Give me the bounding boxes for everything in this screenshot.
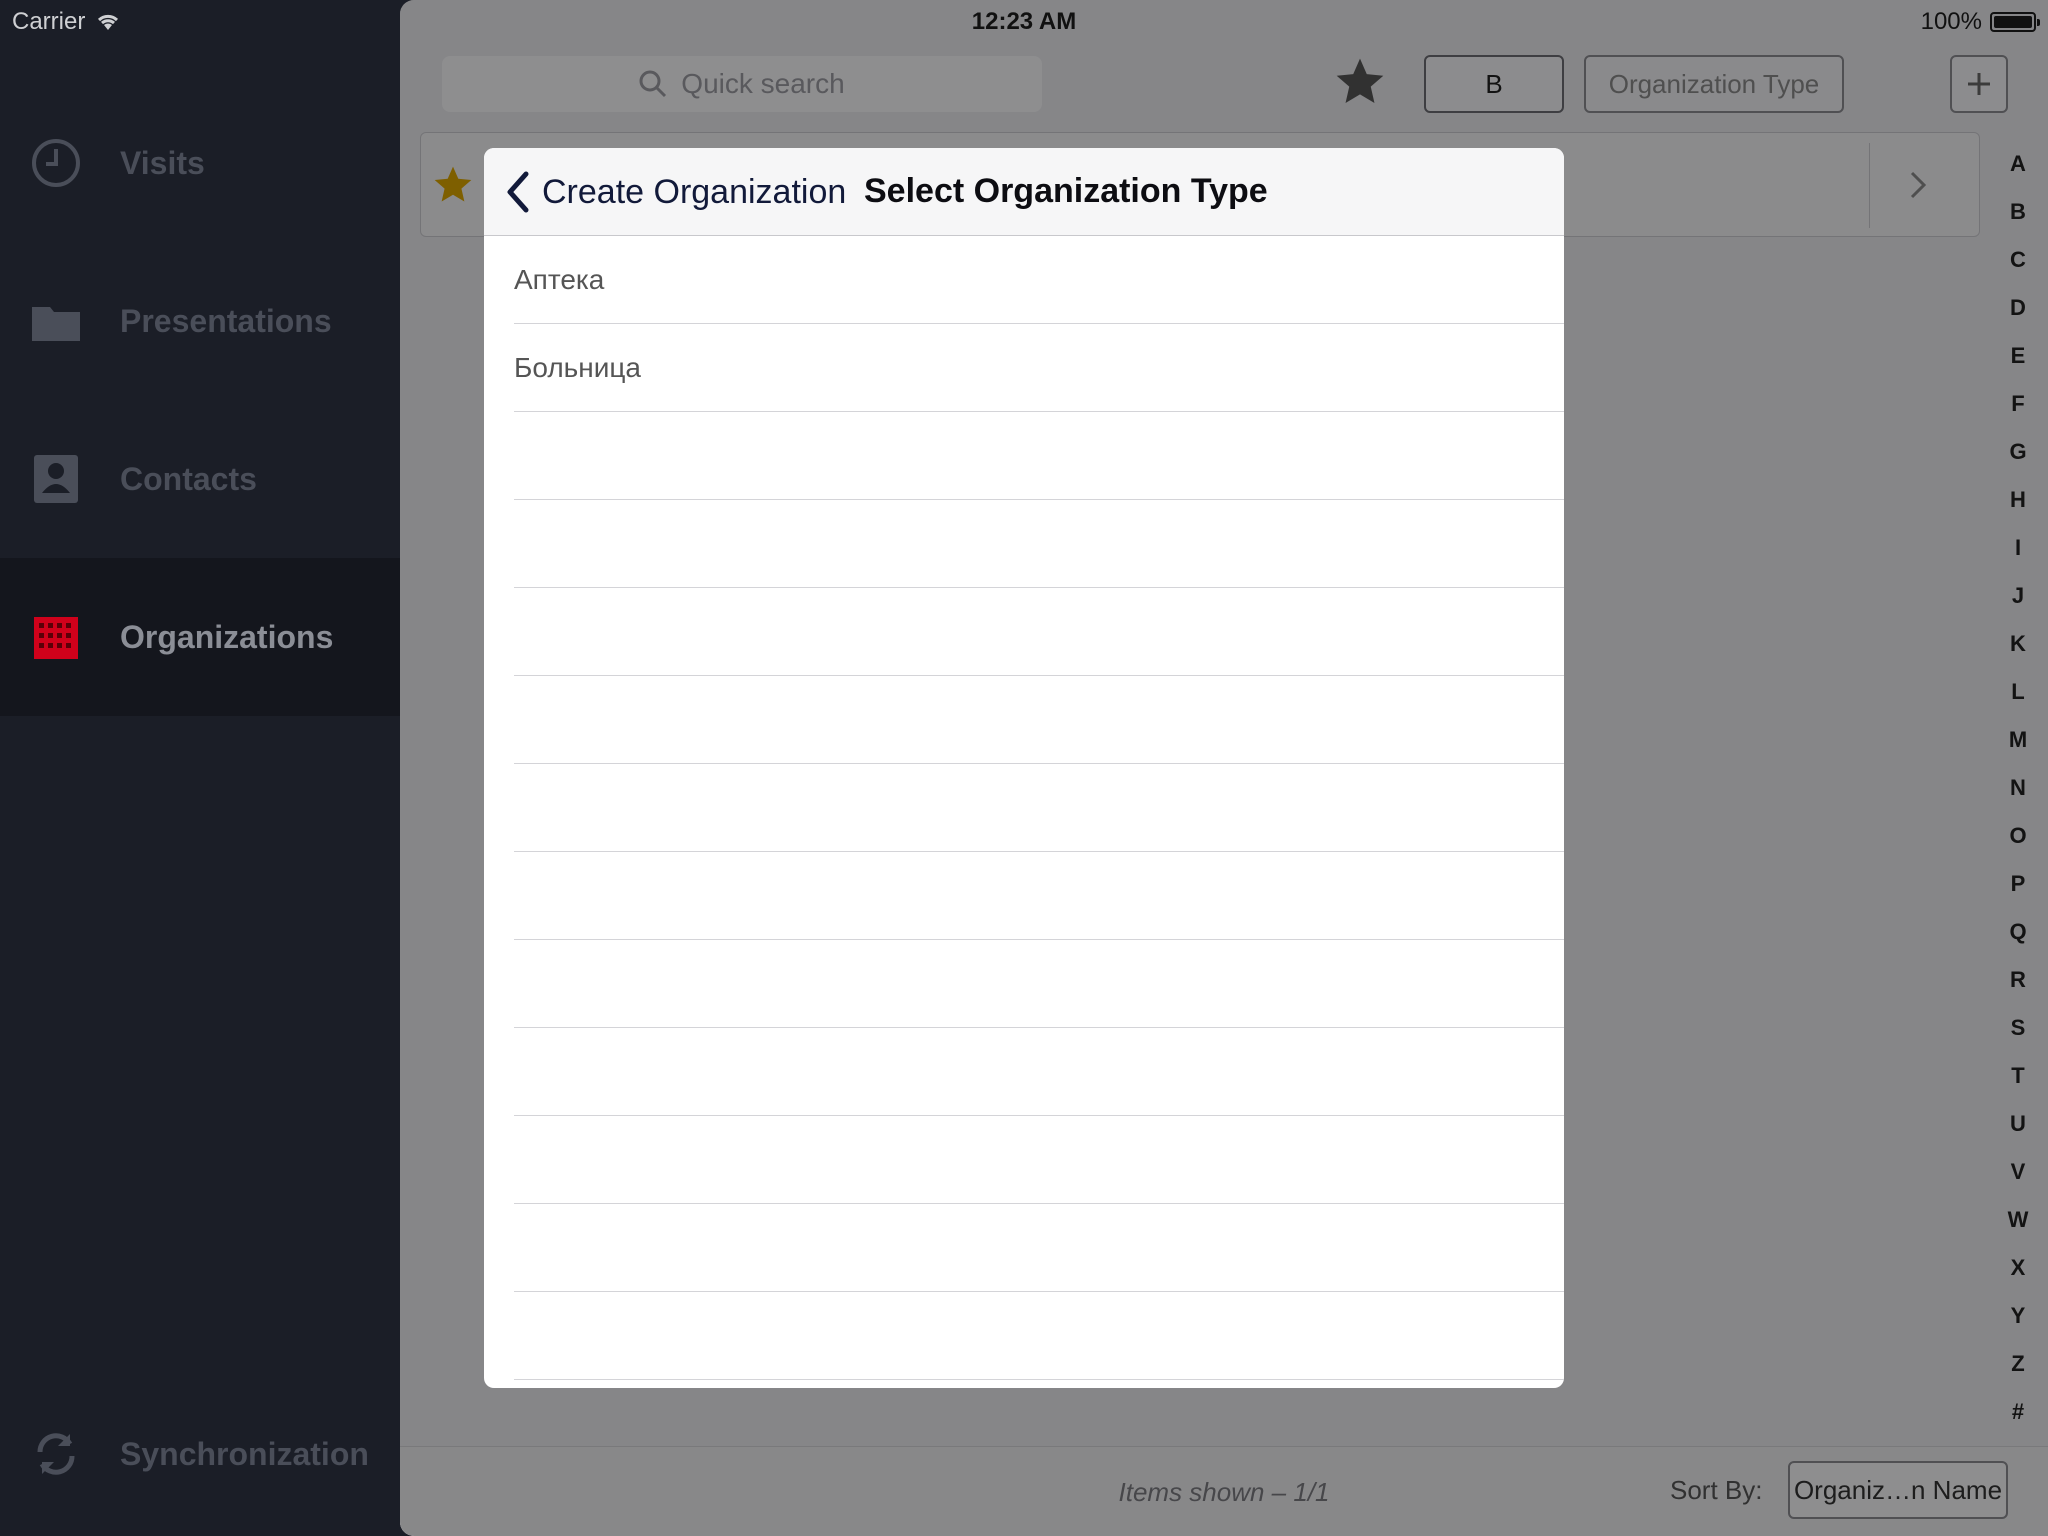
alphabet-index-letter[interactable]: O (1998, 812, 2038, 860)
sort-by-label: Sort By: (1670, 1475, 1763, 1505)
alphabet-index-letter[interactable]: U (1998, 1100, 2038, 1148)
list-item (514, 1380, 1564, 1388)
organization-type-list: Аптека Больница (484, 236, 1564, 1388)
select-organization-type-modal: Create Organization Select Organization … (484, 148, 1564, 1388)
building-icon (30, 611, 82, 663)
sidebar-item-label: Organizations (120, 618, 334, 655)
modal-header: Create Organization Select Organization … (484, 148, 1564, 236)
sidebar-item-label: Visits (120, 144, 205, 181)
list-item (514, 588, 1564, 676)
alphabet-index-letter[interactable]: F (1998, 380, 2038, 428)
list-item (514, 500, 1564, 588)
status-time: 12:23 AM (971, 8, 1077, 35)
list-item (514, 852, 1564, 940)
alphabet-index-letter[interactable]: Z (1998, 1340, 2038, 1388)
alphabet-index-letter[interactable]: Q (1998, 908, 2038, 956)
list-item (514, 1292, 1564, 1380)
letter-filter-button[interactable]: B (1424, 55, 1564, 113)
contact-card-icon (30, 453, 82, 505)
battery-indicator: 100% (1920, 8, 2040, 36)
alphabet-index[interactable]: A B C D E F G H I J K L M N O P Q R S T U V W X Y Z # (1998, 140, 2038, 1436)
list-item (514, 412, 1564, 500)
footer-bar: Items shown – 1/1 Sort By: Organiz…n Nam… (400, 1446, 2048, 1536)
search-input[interactable]: Quick search (442, 56, 1042, 112)
list-item-label: Аптека (514, 264, 605, 295)
sidebar-item-visits[interactable]: Visits (0, 84, 400, 242)
sidebar-item-label: Contacts (120, 460, 257, 497)
alphabet-index-letter[interactable]: X (1998, 1244, 2038, 1292)
alphabet-index-letter[interactable]: W (1998, 1196, 2038, 1244)
sidebar-item-label: Synchronization (120, 1435, 369, 1472)
folder-icon (30, 295, 82, 347)
battery-percent: 100% (1920, 8, 1982, 35)
list-item (514, 764, 1564, 852)
alphabet-index-letter[interactable]: R (1998, 956, 2038, 1004)
alphabet-index-letter[interactable]: # (1998, 1388, 2038, 1436)
battery-icon (1990, 12, 2040, 32)
alphabet-index-letter[interactable]: L (1998, 668, 2038, 716)
back-button[interactable]: Create Organization (504, 168, 846, 216)
alphabet-index-letter[interactable]: G (1998, 428, 2038, 476)
alphabet-index-letter[interactable]: T (1998, 1052, 2038, 1100)
alphabet-index-letter[interactable]: D (1998, 284, 2038, 332)
favorites-filter-button[interactable] (1332, 54, 1388, 110)
organization-type-filter-button[interactable]: Organization Type (1584, 55, 1844, 113)
plus-icon (1968, 73, 1990, 95)
list-item[interactable]: Больница (514, 324, 1564, 412)
list-item (514, 1204, 1564, 1292)
search-placeholder: Quick search (681, 68, 845, 99)
row-divider (1869, 143, 1870, 228)
alphabet-index-letter[interactable]: M (1998, 716, 2038, 764)
sidebar-item-label: Presentations (120, 302, 332, 339)
alphabet-index-letter[interactable]: S (1998, 1004, 2038, 1052)
list-item[interactable]: Аптека (514, 236, 1564, 324)
modal-title: Select Organization Type (864, 172, 1268, 210)
sidebar-item-synchronization[interactable]: Synchronization (0, 1375, 400, 1533)
alphabet-index-letter[interactable]: Y (1998, 1292, 2038, 1340)
sidebar-item-contacts[interactable]: Contacts (0, 400, 400, 558)
list-item (514, 1028, 1564, 1116)
alphabet-index-letter[interactable]: P (1998, 860, 2038, 908)
clock-icon (30, 137, 82, 189)
list-item (514, 1116, 1564, 1204)
alphabet-index-letter[interactable]: B (1998, 188, 2038, 236)
sidebar-item-organizations[interactable]: Organizations (0, 558, 400, 716)
sidebar-item-presentations[interactable]: Presentations (0, 242, 400, 400)
chevron-left-icon (507, 171, 529, 213)
alphabet-index-letter[interactable]: H (1998, 476, 2038, 524)
sidebar: Visits Presentations Contacts Organizati… (0, 0, 400, 1536)
alphabet-index-letter[interactable]: V (1998, 1148, 2038, 1196)
toolbar: Quick search B Organization Type (400, 40, 2048, 130)
list-item-label: Больница (514, 352, 641, 383)
alphabet-index-letter[interactable]: K (1998, 620, 2038, 668)
alphabet-index-letter[interactable]: E (1998, 332, 2038, 380)
favorite-star-icon[interactable] (431, 163, 475, 212)
status-bar: Carrier 12:23 AM 100% (0, 0, 2048, 40)
alphabet-index-letter[interactable]: N (1998, 764, 2038, 812)
back-label: Create Organization (542, 172, 847, 211)
list-item (514, 940, 1564, 1028)
search-icon (639, 70, 667, 98)
chevron-right-icon[interactable] (1906, 167, 1930, 208)
list-item (514, 676, 1564, 764)
alphabet-index-letter[interactable]: C (1998, 236, 2038, 284)
alphabet-index-letter[interactable]: I (1998, 524, 2038, 572)
sync-icon (30, 1428, 82, 1480)
alphabet-index-letter[interactable]: A (1998, 140, 2038, 188)
add-organization-button[interactable] (1950, 55, 2008, 113)
star-icon (1336, 58, 1384, 103)
alphabet-index-letter[interactable]: J (1998, 572, 2038, 620)
sort-by-select[interactable]: Organiz…n Name (1788, 1461, 2008, 1519)
